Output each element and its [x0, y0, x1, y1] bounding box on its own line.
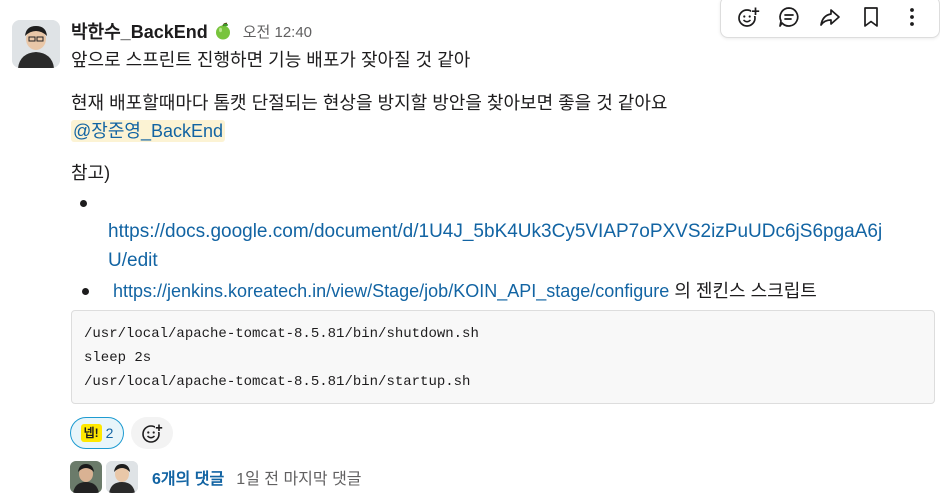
reaction-emoji: 넵!: [80, 424, 102, 442]
message-text-line: 현재 배포할때마다 톰캣 단절되는 현상을 방지할 방안을 찾아보면 좋을 것 …: [71, 93, 668, 113]
timestamp[interactable]: 오전 12:40: [243, 21, 312, 42]
reference-label: 참고): [71, 163, 111, 183]
message: 박한수_BackEnd 오전 12:40 앞으로 스프린트 진행하면 기능 배포…: [0, 0, 940, 502]
reply-avatar: [70, 461, 102, 493]
jenkins-line: https://jenkins.koreatech.in/view/Stage/…: [113, 277, 817, 305]
more-actions-icon: [910, 8, 915, 26]
avatar[interactable]: [12, 20, 60, 68]
add-reaction-icon: [737, 7, 760, 27]
google-docs-link[interactable]: https://docs.google.com/document/d/1U4J_…: [108, 218, 882, 246]
bullet: [80, 200, 87, 207]
reaction-pill[interactable]: 넵! 2: [70, 417, 124, 449]
share-icon: [820, 9, 840, 26]
code-line: /usr/local/apache-tomcat-8.5.81/bin/shut…: [84, 326, 479, 342]
reply-thread-icon: [778, 7, 799, 27]
author-name[interactable]: 박한수_BackEnd: [71, 18, 208, 44]
code-line: /usr/local/apache-tomcat-8.5.81/bin/star…: [84, 374, 471, 390]
share-action[interactable]: [815, 2, 845, 32]
bookmark-icon: [864, 7, 879, 27]
message-actions-toolbar: [720, 0, 940, 38]
reaction-count: 2: [105, 425, 114, 441]
message-text-line: 앞으로 스프린트 진행하면 기능 배포가 잦아질 것 같아: [71, 50, 471, 70]
reply-count[interactable]: 6개의 댓글: [152, 465, 224, 489]
bullet: [82, 288, 89, 295]
add-reaction-button[interactable]: [131, 417, 173, 449]
code-line: sleep 2s: [84, 350, 152, 366]
add-reaction-icon: [142, 424, 163, 443]
google-docs-link-continued[interactable]: U/edit: [108, 247, 158, 275]
more-actions[interactable]: [897, 2, 927, 32]
message-header: 박한수_BackEnd 오전 12:40: [71, 19, 312, 43]
bookmark-action[interactable]: [856, 2, 886, 32]
apple-status-icon: [214, 22, 232, 40]
code-block[interactable]: /usr/local/apache-tomcat-8.5.81/bin/shut…: [71, 310, 935, 404]
reply-thread-action[interactable]: [774, 2, 804, 32]
mention-line: @장준영_BackEnd: [71, 117, 226, 145]
user-mention[interactable]: @장준영_BackEnd: [71, 120, 226, 142]
jenkins-suffix: 의 젠킨스 스크립트: [674, 281, 817, 301]
thread-summary[interactable]: 6개의 댓글 1일 전 마지막 댓글: [70, 460, 362, 494]
add-reaction-action[interactable]: [733, 2, 763, 32]
reply-avatar: [106, 461, 138, 493]
jenkins-link[interactable]: https://jenkins.koreatech.in/view/Stage/…: [113, 281, 669, 301]
last-reply-time: 1일 전 마지막 댓글: [236, 471, 362, 488]
